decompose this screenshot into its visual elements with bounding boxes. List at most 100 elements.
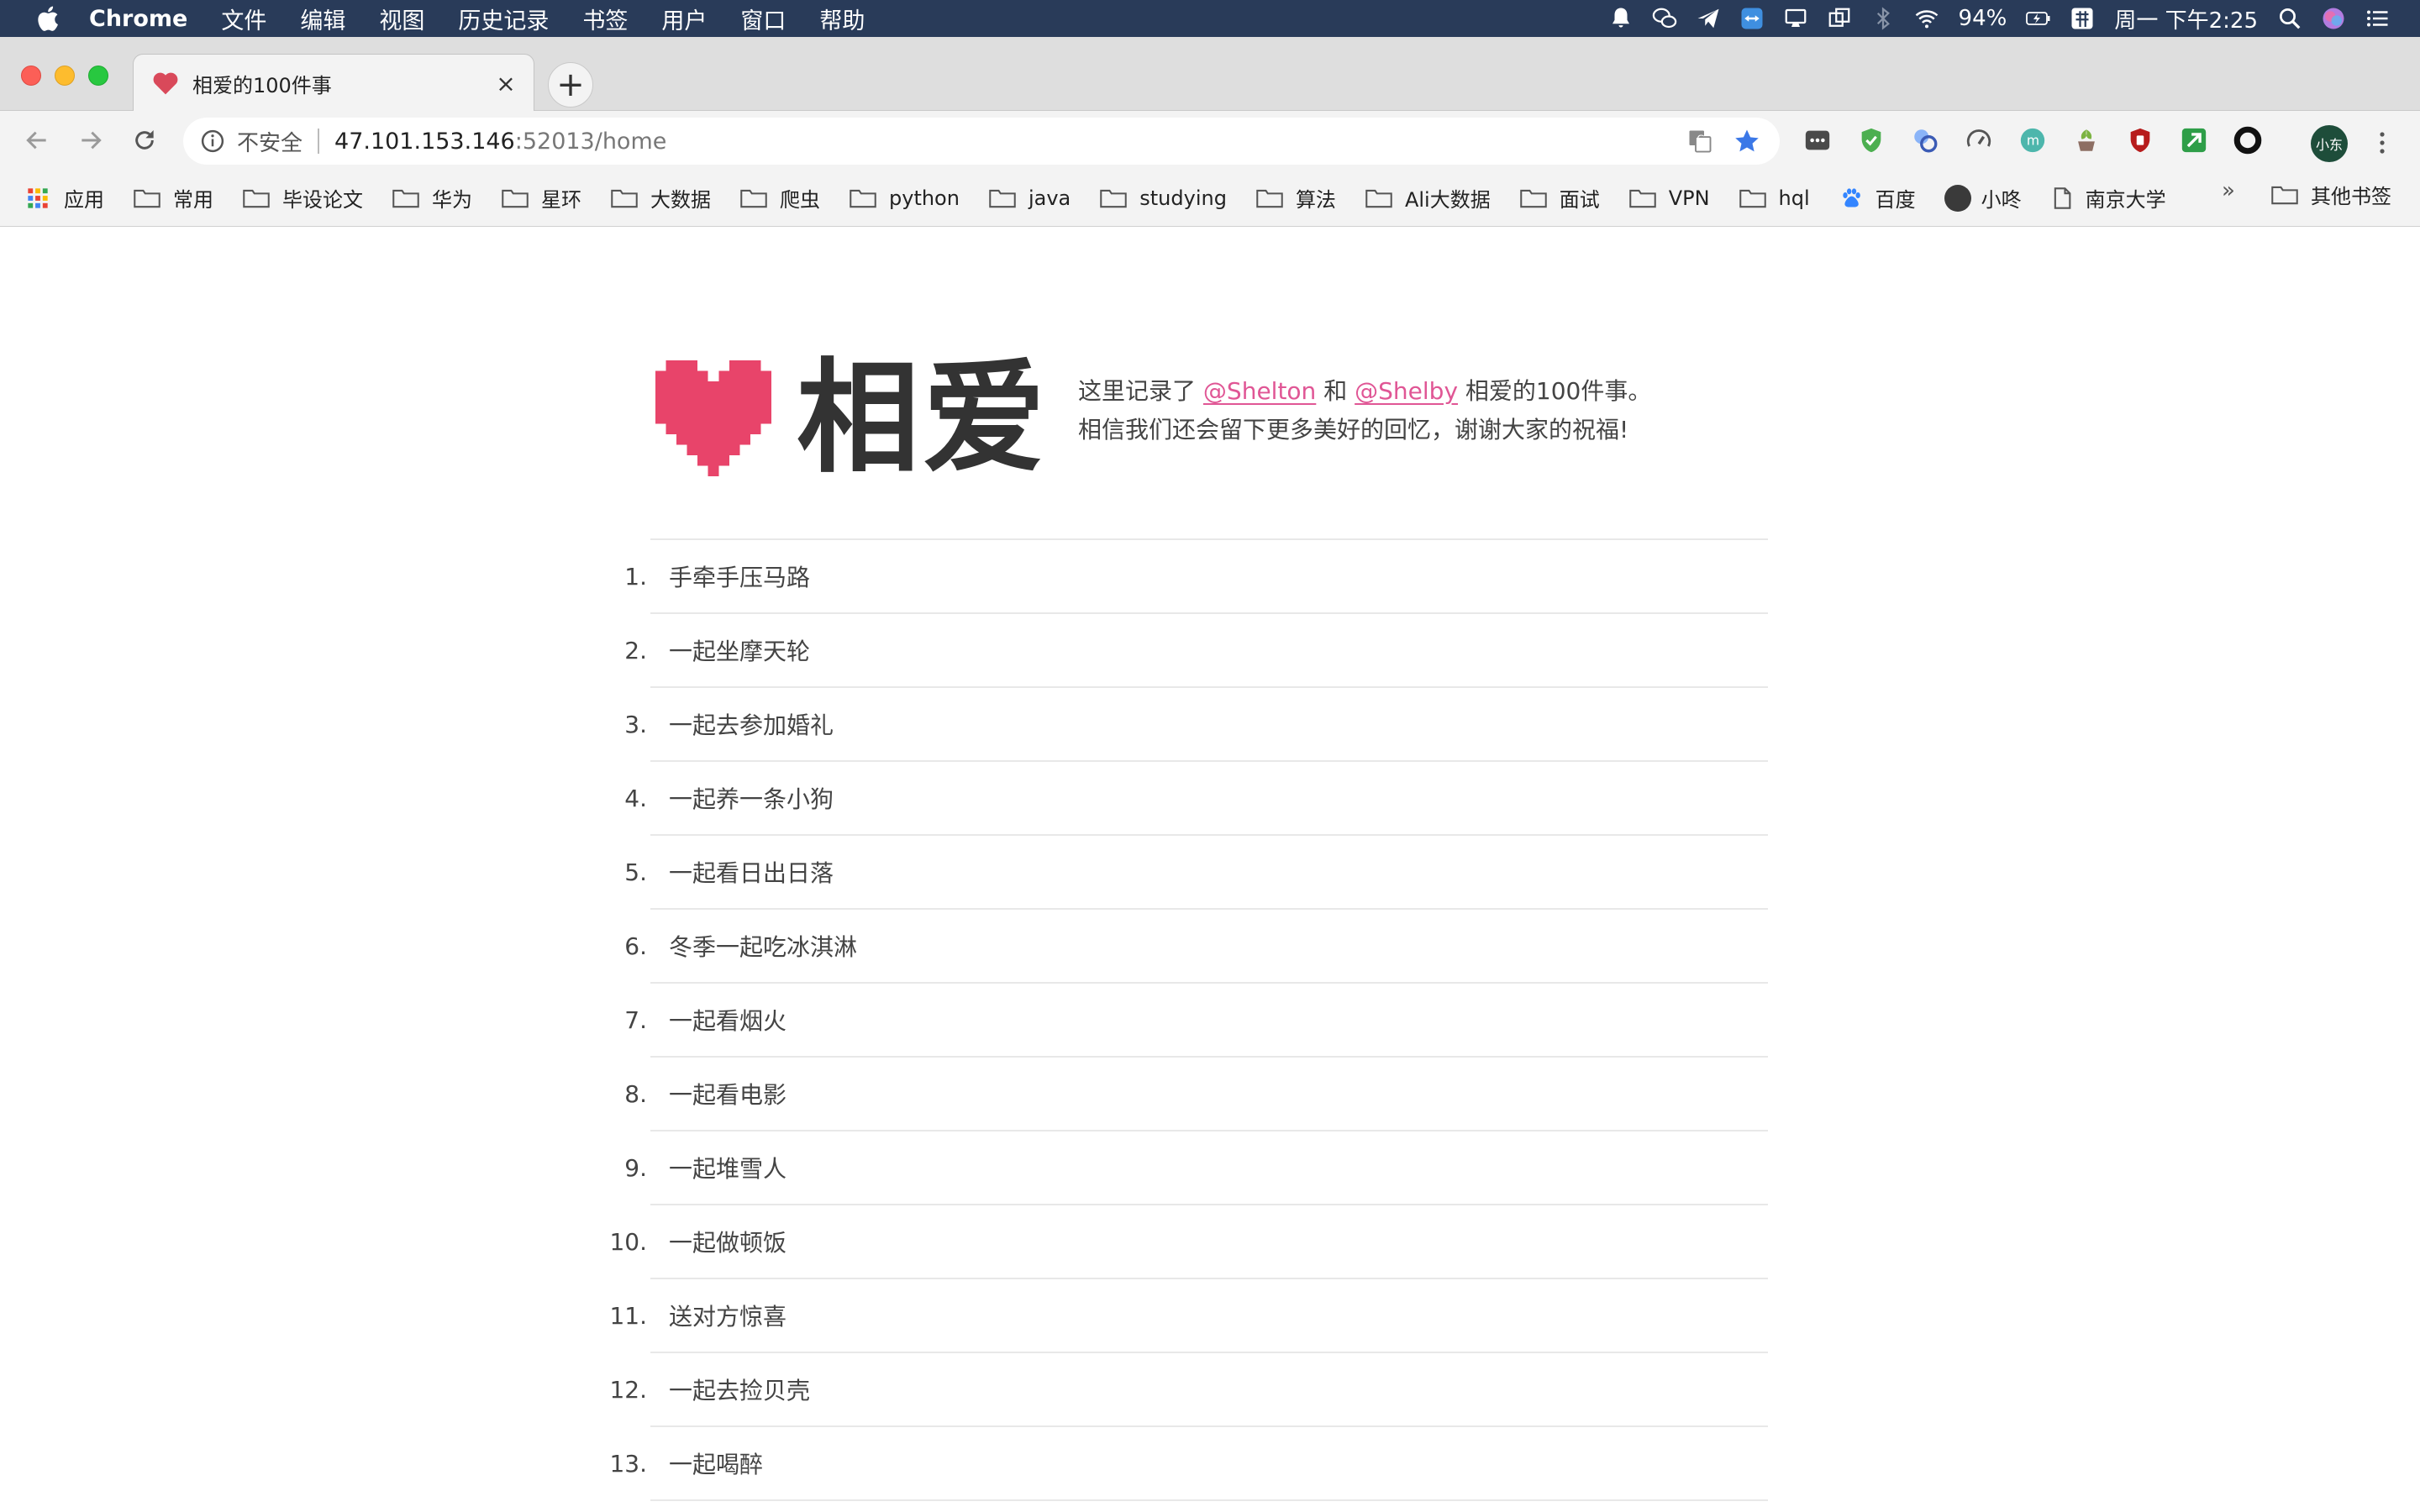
bookmark-label: Ali大数据 [1404,188,1491,212]
menu-edit[interactable]: 编辑 [300,3,345,35]
bookmark-nanjing-university[interactable]: 南京大学 [2050,180,2166,217]
tab-close-icon[interactable]: × [493,70,518,97]
forward-button[interactable] [74,123,108,157]
list-item: 3. 一起去参加婚礼 [624,688,1768,762]
tab-strip: 相爱的100件事 × + [0,37,2420,112]
menu-app-name[interactable]: Chrome [89,6,187,32]
window-zoom-button[interactable] [88,66,108,86]
list-item: 7. 一起看烟火 [624,984,1768,1058]
paper-plane-icon[interactable] [1696,6,1721,31]
folder-icon [134,189,160,207]
teal-circle-extension-icon[interactable]: m [2018,126,2047,155]
item-text: 一起堆雪人 [669,1155,787,1183]
bookmark-star-icon[interactable] [1733,127,1761,155]
apple-icon[interactable] [34,4,60,33]
link-extension-icon[interactable] [1911,126,1939,155]
bookmark-folder-hql[interactable]: hql [1739,180,1810,217]
bookmark-folder-常用[interactable]: 常用 [133,180,213,217]
item-number: 8. [624,1079,647,1108]
window-close-button[interactable] [21,66,41,86]
folder-icon [1739,189,1766,207]
bookmark-folder-华为[interactable]: 华为 [392,180,472,217]
item-number: 11. [609,1301,647,1330]
battery-charging-icon[interactable] [2026,6,2051,31]
speedometer-icon[interactable] [1965,126,1993,155]
spotlight-search-icon[interactable] [2277,6,2302,31]
bookmark-label: hql [1778,186,1810,210]
item-number: 12. [609,1375,647,1404]
menu-help[interactable]: 帮助 [819,3,865,35]
folder-icon [989,189,1016,207]
address-bar[interactable]: 不安全 47.101.153.146 :52013/home G [183,118,1780,165]
menu-view[interactable]: 视图 [379,3,424,35]
bookmark-folder-studying[interactable]: studying [1099,180,1227,217]
intro-line-2: 相信我们还会留下更多美好的回忆，谢谢大家的祝福! [1078,416,1629,444]
bookmark-folder-星环[interactable]: 星环 [501,180,581,217]
bookmark-label: 其他书签 [2311,185,2391,208]
bookmark-label: java [1028,186,1071,210]
item-number: 2. [624,636,647,664]
bell-icon[interactable] [1608,6,1634,31]
reload-button[interactable] [128,123,161,157]
folder-icon [611,189,638,207]
security-status[interactable]: 不安全 [237,126,302,157]
intro-prefix: 这里记录了 [1078,377,1197,405]
intro-suffix: 相爱的100件事。 [1465,377,1652,405]
profile-avatar[interactable]: 小东 [2311,125,2348,162]
screens-icon[interactable] [1827,6,1852,31]
wifi-icon[interactable] [1914,6,1939,31]
bookmark-folder-vpn[interactable]: VPN [1628,180,1710,217]
bookmark-folder-大数据[interactable]: 大数据 [610,180,711,217]
menu-history[interactable]: 历史记录 [458,3,549,35]
info-icon[interactable] [200,129,225,154]
browser-tab[interactable]: 相爱的100件事 × [133,54,534,112]
list-item: 4. 一起养一条小狗 [624,762,1768,836]
folder-icon [1519,189,1547,207]
translate-icon[interactable]: G [1687,129,1712,154]
menu-window[interactable]: 窗口 [740,3,786,35]
bookmark-folder-毕设论文[interactable]: 毕设论文 [242,180,363,217]
bookmark-folder-算法[interactable]: 算法 [1255,180,1336,217]
bookmarks-overflow-chevron-icon[interactable]: » [2222,178,2235,203]
bookmark-other[interactable]: 其他书签 [2270,180,2391,209]
url-path[interactable]: :52013/home [515,129,667,155]
display-icon[interactable] [1783,6,1808,31]
bookmark-label: studying [1139,186,1227,210]
list-item: 12. 一起去捡贝壳 [609,1353,1768,1427]
bookmark-apps[interactable]: 应用 [24,180,104,217]
bookmark-folder-python[interactable]: python [849,180,960,217]
bookmark-folder-java[interactable]: java [988,180,1071,217]
back-button[interactable] [20,123,54,157]
menubar-clock[interactable]: 周一 下午2:25 [2114,3,2258,34]
green-leaf-extension-icon[interactable] [2180,126,2208,155]
window-minimize-button[interactable] [55,66,75,86]
bookmark-folder-面试[interactable]: 面试 [1519,180,1600,217]
bookmark-xiaodong[interactable]: 小咚 [1944,180,2022,217]
bluetooth-icon[interactable] [1870,6,1896,31]
url-host[interactable]: 47.101.153.146 [334,129,515,155]
person-link-shelby[interactable]: @Shelby [1355,377,1458,405]
shield-check-icon[interactable] [1857,126,1886,155]
folder-icon [392,189,419,207]
extension-dots-icon[interactable] [1803,126,1832,155]
bookmark-label: 小咚 [1981,188,2022,212]
red-shield-icon[interactable] [2126,126,2154,155]
web-page: 相爱 这里记录了 @Shelton 和 @Shelby 相爱的100件事。 相信… [0,228,2420,1512]
bookmark-folder-爬虫[interactable]: 爬虫 [739,180,820,217]
page-header: 相爱 [655,355,1049,481]
teamviewer-icon[interactable] [1739,6,1765,31]
wechat-icon[interactable] [1652,6,1677,31]
menu-bookmarks[interactable]: 书签 [582,3,628,35]
plant-pot-icon[interactable] [2072,126,2101,155]
input-method-icon[interactable] [2070,6,2095,31]
notification-center-icon[interactable] [2365,6,2390,31]
chrome-menu-button[interactable] [2370,124,2395,161]
bookmark-folder-ali-bigdata[interactable]: Ali大数据 [1365,180,1491,217]
siri-icon[interactable] [2321,6,2346,31]
person-link-shelton[interactable]: @Shelton [1203,377,1316,405]
new-tab-button[interactable]: + [548,62,593,108]
bookmark-baidu[interactable]: 百度 [1839,180,1916,217]
menu-file[interactable]: 文件 [221,3,266,35]
menu-people[interactable]: 用户 [661,3,707,35]
black-ring-icon[interactable] [2233,126,2262,155]
